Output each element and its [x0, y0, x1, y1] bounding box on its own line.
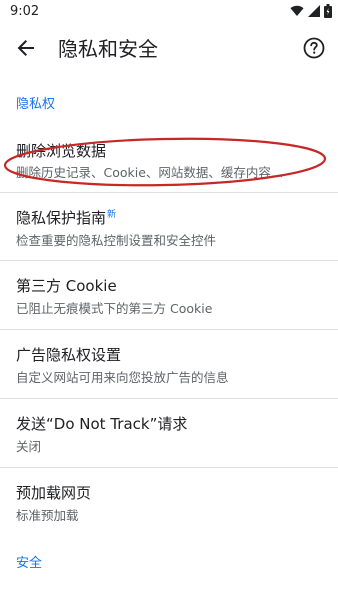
list-item-privacy-guide[interactable]: 隐私保护指南新 检查重要的隐私控制设置和安全控件: [0, 193, 338, 260]
item-title: 第三方 Cookie: [16, 277, 117, 295]
item-title: 预加载网页: [16, 484, 92, 502]
status-bar: 9:02: [0, 0, 338, 26]
item-subtitle: 自定义网站可用来向您投放广告的信息: [16, 370, 229, 385]
item-subtitle: 已阻止无痕模式下的第三方 Cookie: [16, 301, 213, 316]
page-title: 隐私和安全: [58, 37, 158, 61]
status-time: 9:02: [10, 4, 40, 19]
list-item-ad-privacy[interactable]: 广告隐私权设置 自定义网站可用来向您投放广告的信息: [0, 330, 338, 398]
item-subtitle: 删除历史记录、Cookie、网站数据、缓存内容…: [16, 165, 284, 180]
item-subtitle: 关闭: [16, 439, 42, 454]
battery-icon: [324, 4, 332, 18]
wifi-icon: [290, 5, 304, 17]
item-subtitle: 标准预加载: [16, 508, 79, 523]
item-title: 删除浏览数据: [16, 142, 107, 160]
app-bar: 隐私和安全: [0, 26, 338, 72]
new-badge: 新: [107, 210, 117, 220]
list-item-third-party-cookies[interactable]: 第三方 Cookie 已阻止无痕模式下的第三方 Cookie: [0, 261, 338, 329]
arrow-back-icon: [16, 38, 36, 62]
signal-icon: [308, 5, 320, 17]
list-item-delete-browsing-data[interactable]: 删除浏览数据 删除历史记录、Cookie、网站数据、缓存内容…: [0, 128, 338, 192]
item-title-text: 隐私保护指南: [16, 209, 107, 227]
list-item-do-not-track[interactable]: 发送“Do Not Track”请求 关闭: [0, 399, 338, 467]
help-icon: [303, 37, 325, 63]
item-title: 发送“Do Not Track”请求: [16, 415, 188, 433]
status-icons: [290, 4, 332, 18]
item-title: 隐私保护指南新: [16, 207, 116, 228]
item-title: 广告隐私权设置: [16, 346, 122, 364]
section-header-privacy: 隐私权: [16, 97, 56, 112]
item-subtitle: 检查重要的隐私控制设置和安全控件: [16, 233, 217, 248]
section-header-security: 安全: [16, 556, 43, 571]
back-button[interactable]: [12, 36, 40, 64]
list-item-preload-pages[interactable]: 预加载网页 标准预加载: [0, 468, 338, 536]
help-button[interactable]: [300, 36, 328, 64]
